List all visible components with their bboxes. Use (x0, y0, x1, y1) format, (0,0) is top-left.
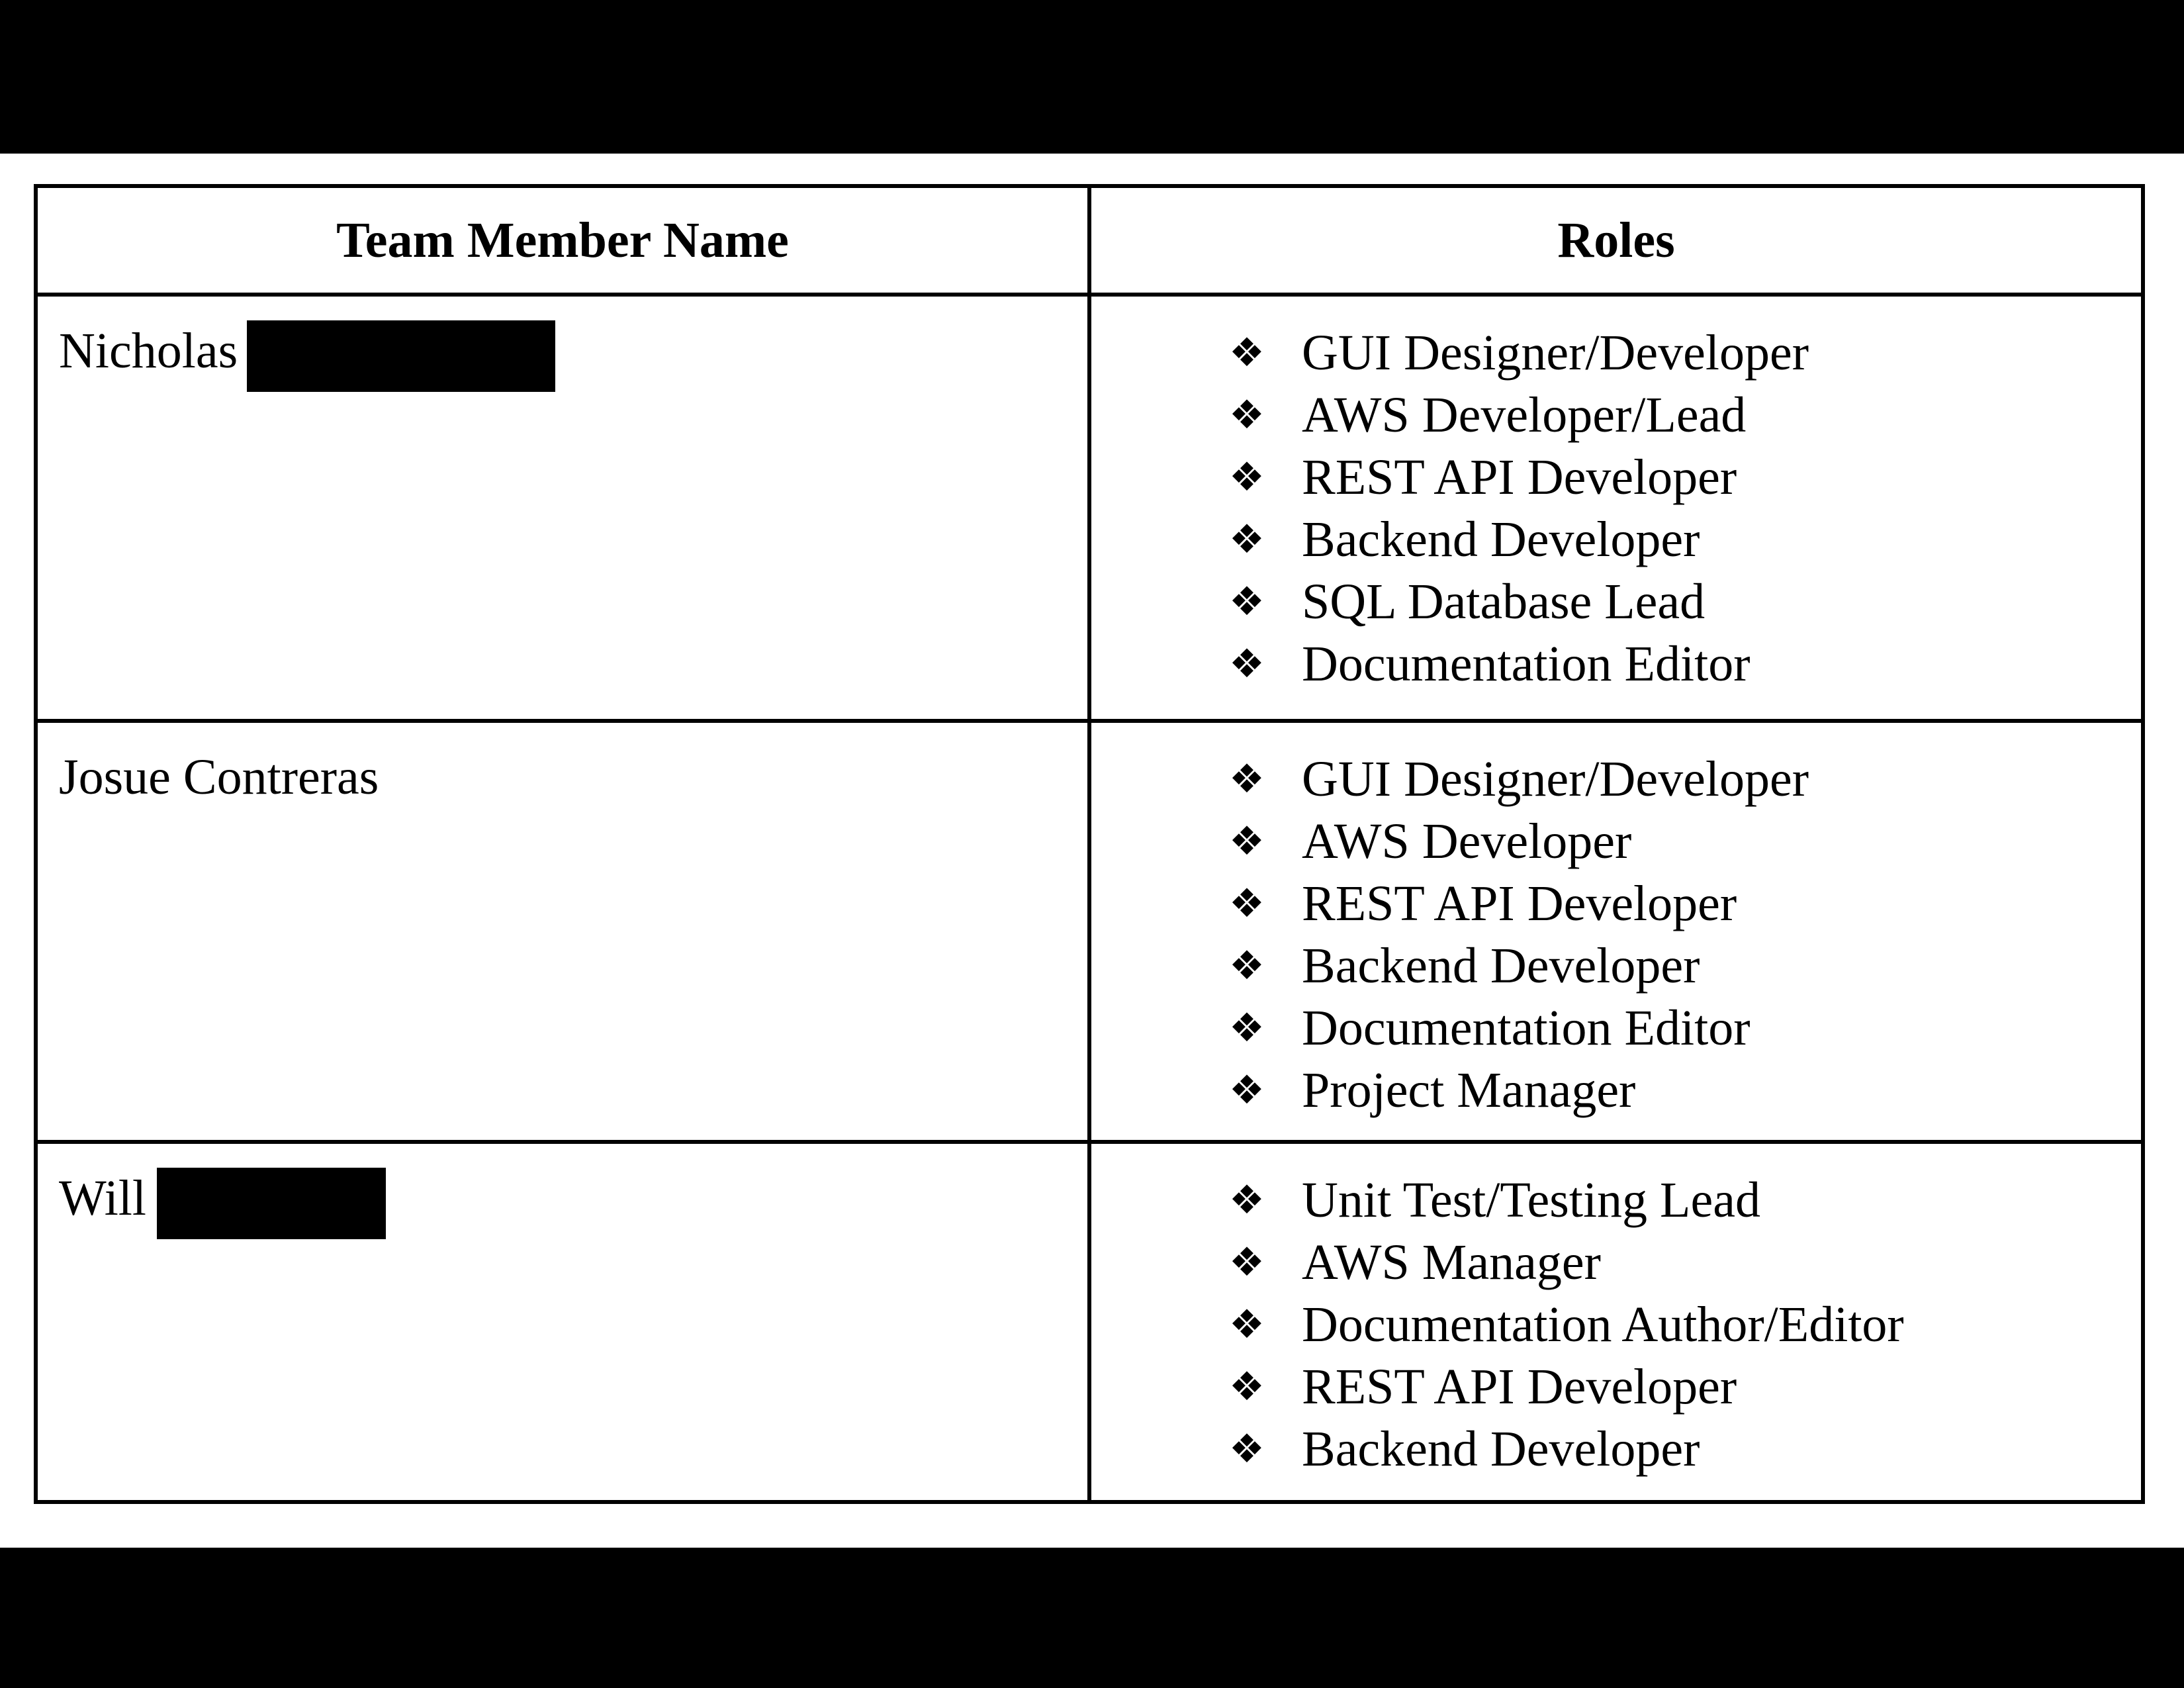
role-text: Backend Developer (1302, 1421, 1700, 1477)
role-text: AWS Developer (1302, 813, 1632, 869)
diamond-bullet-icon: ❖ (1229, 516, 1265, 563)
diamond-bullet-icon: ❖ (1229, 1301, 1265, 1348)
list-item: ❖ Backend Developer (1091, 935, 2141, 997)
list-item: ❖ REST API Developer (1091, 872, 2141, 935)
role-text: Project Manager (1302, 1062, 1636, 1118)
role-text: SQL Database Lead (1302, 573, 1706, 630)
member-name-cell: Josue Contreras (34, 719, 1091, 1144)
list-item: ❖ Backend Developer (1091, 508, 2141, 571)
list-item: ❖ Backend Developer (1091, 1418, 2141, 1480)
diamond-bullet-icon: ❖ (1229, 1364, 1265, 1410)
header-roles: Roles (1087, 184, 2145, 297)
list-item: ❖ Documentation Author/Editor (1091, 1293, 2141, 1356)
member-roles-cell: ❖ GUI Designer/Developer ❖ AWS Developer ❖… (1087, 719, 2145, 1144)
diamond-bullet-icon: ❖ (1229, 1067, 1265, 1113)
diamond-bullet-icon: ❖ (1229, 641, 1265, 687)
diamond-bullet-icon: ❖ (1229, 1177, 1265, 1223)
diamond-bullet-icon: ❖ (1229, 943, 1265, 989)
table-row: Will ❖ Unit Test/Testing Lead ❖ AWS Manage… (34, 1140, 2145, 1504)
diamond-bullet-icon: ❖ (1229, 818, 1265, 865)
list-item: ❖ Documentation Editor (1091, 633, 2141, 695)
role-text: AWS Manager (1302, 1234, 1601, 1290)
list-item: ❖ Unit Test/Testing Lead (1091, 1169, 2141, 1231)
redaction-box (157, 1168, 387, 1239)
member-name: Will (59, 1170, 147, 1226)
role-list: ❖ Unit Test/Testing Lead ❖ AWS Manager ❖ Do… (1091, 1144, 2141, 1480)
diamond-bullet-icon: ❖ (1229, 880, 1265, 927)
list-item: ❖ REST API Developer (1091, 1356, 2141, 1418)
member-roles-cell: ❖ Unit Test/Testing Lead ❖ AWS Manager ❖ Do… (1087, 1140, 2145, 1504)
diamond-bullet-icon: ❖ (1229, 392, 1265, 438)
table-row: Nicholas ❖ GUI Designer/Developer ❖ AWS De… (34, 293, 2145, 723)
list-item: ❖ REST API Developer (1091, 446, 2141, 508)
member-roles-cell: ❖ GUI Designer/Developer ❖ AWS Developer/L… (1087, 293, 2145, 723)
redaction-box (247, 320, 556, 392)
document-page: Team Member Name Roles Nicholas ❖ GUI Des… (0, 154, 2184, 1548)
role-text: Documentation Author/Editor (1302, 1296, 1904, 1352)
header-row: Team Member Name Roles (34, 184, 2145, 297)
role-text: REST API Developer (1302, 449, 1737, 505)
role-text: REST API Developer (1302, 875, 1737, 931)
diamond-bullet-icon: ❖ (1229, 330, 1265, 376)
list-item: ❖ AWS Manager (1091, 1231, 2141, 1293)
diamond-bullet-icon: ❖ (1229, 1239, 1265, 1286)
diamond-bullet-icon: ❖ (1229, 1005, 1265, 1051)
role-text: Backend Developer (1302, 937, 1700, 994)
role-text: AWS Developer/Lead (1302, 387, 1747, 443)
list-item: ❖ AWS Developer (1091, 810, 2141, 872)
list-item: ❖ GUI Designer/Developer (1091, 748, 2141, 810)
table-row: Josue Contreras ❖ GUI Designer/Developer … (34, 719, 2145, 1144)
diamond-bullet-icon: ❖ (1229, 756, 1265, 802)
member-name-cell: Nicholas (34, 293, 1091, 723)
list-item: ❖ Project Manager (1091, 1059, 2141, 1121)
list-item: ❖ SQL Database Lead (1091, 571, 2141, 633)
role-list: ❖ GUI Designer/Developer ❖ AWS Developer ❖… (1091, 723, 2141, 1121)
role-text: Backend Developer (1302, 511, 1700, 567)
member-name: Nicholas (59, 323, 238, 379)
team-roles-table: Team Member Name Roles Nicholas ❖ GUI Des… (34, 184, 2145, 1504)
header-team-member-name: Team Member Name (34, 184, 1091, 297)
role-text: Documentation Editor (1302, 1000, 1751, 1056)
member-name-cell: Will (34, 1140, 1091, 1504)
role-text: Documentation Editor (1302, 635, 1751, 692)
role-text: GUI Designer/Developer (1302, 751, 1809, 807)
list-item: ❖ Documentation Editor (1091, 997, 2141, 1059)
list-item: ❖ AWS Developer/Lead (1091, 384, 2141, 446)
role-list: ❖ GUI Designer/Developer ❖ AWS Developer/L… (1091, 297, 2141, 695)
member-name: Josue Contreras (59, 749, 379, 805)
list-item: ❖ GUI Designer/Developer (1091, 322, 2141, 384)
diamond-bullet-icon: ❖ (1229, 1426, 1265, 1472)
role-text: REST API Developer (1302, 1358, 1737, 1415)
role-text: GUI Designer/Developer (1302, 324, 1809, 381)
diamond-bullet-icon: ❖ (1229, 579, 1265, 625)
diamond-bullet-icon: ❖ (1229, 454, 1265, 500)
role-text: Unit Test/Testing Lead (1302, 1172, 1760, 1228)
